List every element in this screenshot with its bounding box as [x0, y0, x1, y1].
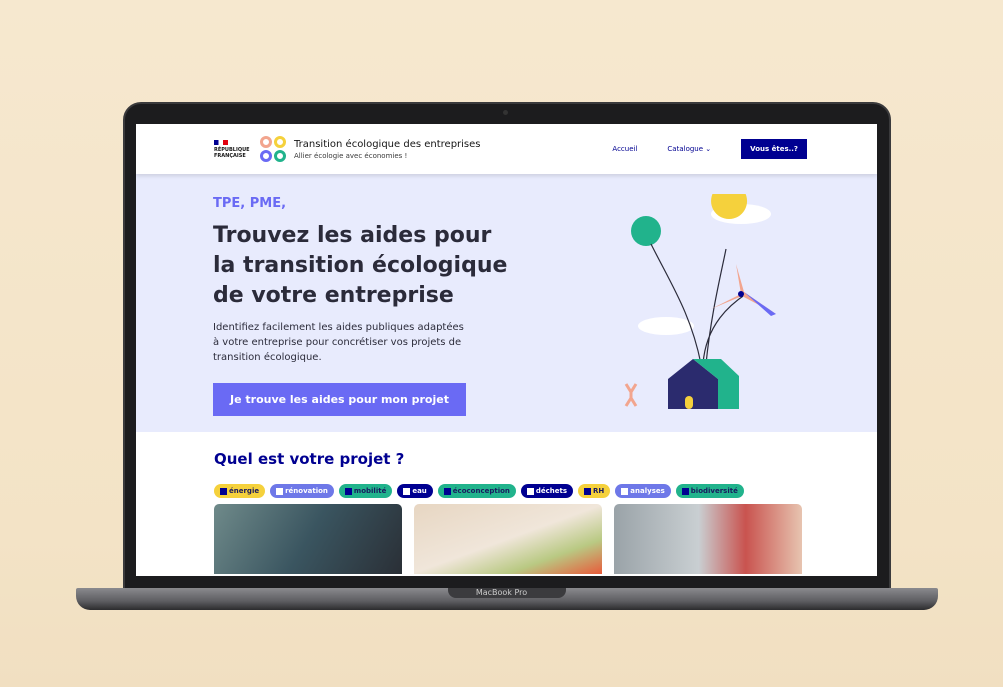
checkbox-icon — [220, 487, 227, 495]
checkbox-icon — [443, 487, 451, 495]
tag-label: mobilité — [353, 487, 387, 495]
hero-title: Trouvez les aides pour la transition éco… — [213, 223, 508, 308]
tag-label: RH — [593, 487, 605, 495]
project-tags: énergie rénovation mobilité eau écoconceptio… — [214, 484, 877, 498]
projects-section: Quel est votre projet ? énergie rénovatio… — [136, 432, 877, 574]
site-title[interactable]: Transition écologique des entreprises — [294, 139, 481, 150]
plant-house-illustration — [624, 194, 776, 409]
tag-mobilité[interactable]: mobilité — [338, 484, 393, 498]
tag-écoconception[interactable]: écoconception — [437, 484, 516, 498]
checkbox-icon — [584, 487, 592, 495]
tag-analyses[interactable]: analyses — [615, 484, 671, 498]
project-cards — [214, 504, 877, 574]
laptop-screen: RÉPUBLIQUE FRANÇAISE Transition écologiq… — [136, 124, 877, 576]
site-tagline: Allier écologie avec économies ! — [294, 151, 408, 160]
tag-label: biodiversité — [690, 487, 738, 495]
tag-déchets[interactable]: déchets — [520, 484, 574, 498]
card-renovation-image[interactable] — [414, 504, 602, 574]
republique-francaise-logo[interactable]: RÉPUBLIQUE FRANÇAISE — [214, 139, 254, 159]
tag-label: eau — [412, 487, 427, 495]
tag-label: écoconception — [452, 487, 510, 495]
tag-label: analyses — [630, 487, 665, 495]
checkbox-icon — [526, 487, 534, 495]
card-energie-image[interactable] — [214, 504, 402, 574]
site-header: RÉPUBLIQUE FRANÇAISE Transition écologiq… — [136, 124, 877, 174]
vous-etes-button[interactable]: Vous êtes..? — [741, 139, 807, 159]
find-aids-button[interactable]: Je trouve les aides pour mon projet — [213, 383, 466, 416]
camera — [503, 110, 508, 115]
hero: TPE, PME, Trouvez les aides pour la tran… — [136, 174, 877, 432]
nav-catalogue[interactable]: Catalogue ⌄ — [667, 145, 711, 153]
tag-rénovation[interactable]: rénovation — [270, 484, 334, 498]
tag-énergie[interactable]: énergie — [214, 484, 266, 498]
projects-title: Quel est votre projet ? — [214, 450, 405, 468]
checkbox-icon — [344, 487, 352, 495]
card-eau-image[interactable] — [614, 504, 802, 574]
checkbox-icon — [403, 487, 411, 495]
tag-label: déchets — [535, 487, 568, 495]
chevron-down-icon: ⌄ — [705, 145, 712, 153]
site-logo[interactable] — [260, 136, 286, 162]
device-label: MacBook Pro — [475, 588, 528, 597]
nav-accueil[interactable]: Accueil — [612, 145, 637, 153]
tag-label: énergie — [229, 487, 260, 495]
flag-icon — [214, 139, 228, 145]
tag-label: rénovation — [285, 487, 328, 495]
checkbox-icon — [681, 487, 689, 495]
checkbox-icon — [621, 487, 629, 495]
hero-description: Identifiez facilement les aides publique… — [213, 322, 464, 363]
tag-RH[interactable]: RH — [578, 484, 611, 498]
tag-eau[interactable]: eau — [397, 484, 433, 498]
tag-biodiversité[interactable]: biodiversité — [675, 484, 744, 498]
checkbox-icon — [276, 487, 284, 495]
main-nav: Accueil Catalogue ⌄ Vous êtes..? — [612, 139, 807, 159]
